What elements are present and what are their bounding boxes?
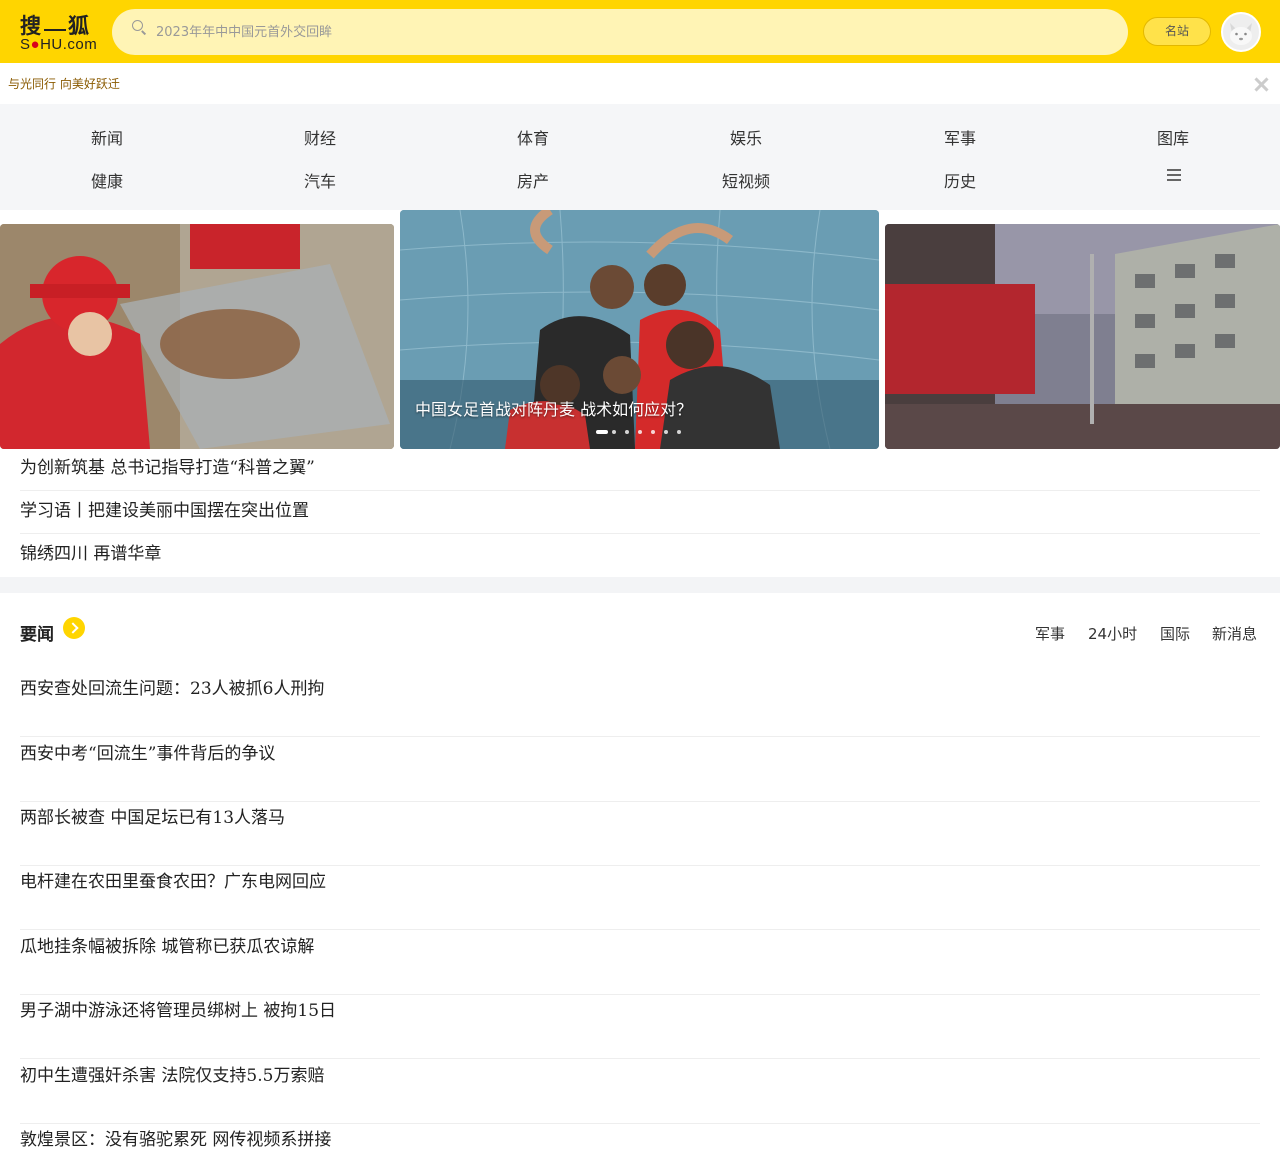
highlight-item[interactable]: 学习语丨把建设美丽中国摆在突出位置 xyxy=(20,491,1260,534)
carousel-dot[interactable] xyxy=(651,430,655,434)
logo-char-left: 搜 xyxy=(20,13,42,38)
logo-char-right: 狐 xyxy=(68,13,90,38)
workers-sieve-photo xyxy=(0,224,394,449)
top-header: 搜 狐 S●HU.com 名站 xyxy=(0,0,1280,63)
menu-icon[interactable] xyxy=(1167,169,1181,181)
highlight-item[interactable]: 为创新筑基 总书记指导打造“科普之翼” xyxy=(20,448,1260,491)
carousel-dot[interactable] xyxy=(596,430,608,434)
carousel-slide-active[interactable]: 中国女足首战对阵丹麦 战术如何应对？ xyxy=(400,210,879,449)
photo-carousel[interactable]: 中国女足首战对阵丹麦 战术如何应对？ xyxy=(0,210,1280,450)
carousel-dot[interactable] xyxy=(664,430,668,434)
nav-item-sports[interactable]: 体育 xyxy=(483,125,583,149)
street-scene-photo xyxy=(885,224,1280,449)
news-item[interactable]: 瓜地挂条幅被拆除 城管称已获瓜农谅解 xyxy=(20,930,1260,995)
news-item[interactable]: 电杆建在农田里蚕食农田？广东电网回应 xyxy=(20,865,1260,930)
carousel-dot[interactable] xyxy=(638,430,642,434)
close-icon[interactable] xyxy=(1252,75,1270,93)
nav-item-health[interactable]: 健康 xyxy=(57,168,157,192)
nav-item-short-video[interactable]: 短视频 xyxy=(696,168,796,192)
promo-text[interactable]: 与光同行 向美好跃迁 xyxy=(8,75,120,92)
user-avatar[interactable] xyxy=(1221,12,1261,52)
search-input[interactable] xyxy=(156,20,1056,44)
carousel-caption[interactable]: 中国女足首战对阵丹麦 战术如何应对？ xyxy=(415,396,692,420)
search-icon xyxy=(132,20,147,35)
nav-item-gallery[interactable]: 图库 xyxy=(1123,125,1223,149)
tab-latest[interactable]: 新消息 xyxy=(1212,623,1257,644)
carousel-dot[interactable] xyxy=(612,430,616,434)
nav-item-history[interactable]: 历史 xyxy=(910,168,1010,192)
carousel-slide-prev[interactable] xyxy=(0,224,394,449)
search-bar[interactable] xyxy=(112,9,1128,55)
news-item[interactable]: 初中生遭强奸杀害 法院仅支持5.5万索赔 xyxy=(20,1059,1260,1124)
news-item[interactable]: 西安查处回流生问题：23人被抓6人刑拘 xyxy=(20,672,1260,737)
promo-bar: 与光同行 向美好跃迁 xyxy=(0,63,1280,104)
tab-military[interactable]: 军事 xyxy=(1035,623,1065,644)
logo-english: S●HU.com xyxy=(20,36,97,53)
logo-en-post: HU.com xyxy=(40,36,98,53)
site-nav-button[interactable]: 名站 xyxy=(1143,17,1211,46)
section-divider xyxy=(0,577,1280,593)
carousel-dot[interactable] xyxy=(677,430,681,434)
news-item[interactable]: 西安中考“回流生”事件背后的争议 xyxy=(20,737,1260,802)
news-item[interactable]: 两部长被查 中国足坛已有13人落马 xyxy=(20,801,1260,866)
nav-item-realestate[interactable]: 房产 xyxy=(483,168,583,192)
nav-item-news[interactable]: 新闻 xyxy=(57,125,157,149)
logo-en-mark: ● xyxy=(30,36,41,53)
tab-24h[interactable]: 24小时 xyxy=(1088,623,1137,644)
nav-item-entertainment[interactable]: 娱乐 xyxy=(696,125,796,149)
section-title-top-news: 要闻 xyxy=(20,625,54,645)
chevron-right-icon[interactable] xyxy=(63,617,85,639)
carousel-slide-next[interactable] xyxy=(885,224,1280,449)
nav-item-auto[interactable]: 汽车 xyxy=(270,168,370,192)
highlight-item[interactable]: 锦绣四川 再谱华章 xyxy=(20,534,1260,577)
nav-item-finance[interactable]: 财经 xyxy=(270,125,370,149)
fox-avatar-icon xyxy=(1223,14,1259,50)
tab-international[interactable]: 国际 xyxy=(1160,623,1190,644)
carousel-dot[interactable] xyxy=(625,430,629,434)
logo-en-pre: S xyxy=(20,36,31,53)
news-item[interactable]: 敦煌景区：没有骆驼累死 网传视频系拼接 xyxy=(20,1123,1260,1167)
nav-item-military[interactable]: 军事 xyxy=(910,125,1010,149)
channel-nav: 新闻 财经 体育 娱乐 军事 图库 健康 汽车 房产 短视频 历史 xyxy=(0,104,1280,210)
news-item[interactable]: 男子湖中游泳还将管理员绑树上 被拘15日 xyxy=(20,994,1260,1059)
sohu-logo[interactable]: 搜 狐 S●HU.com xyxy=(18,8,102,56)
